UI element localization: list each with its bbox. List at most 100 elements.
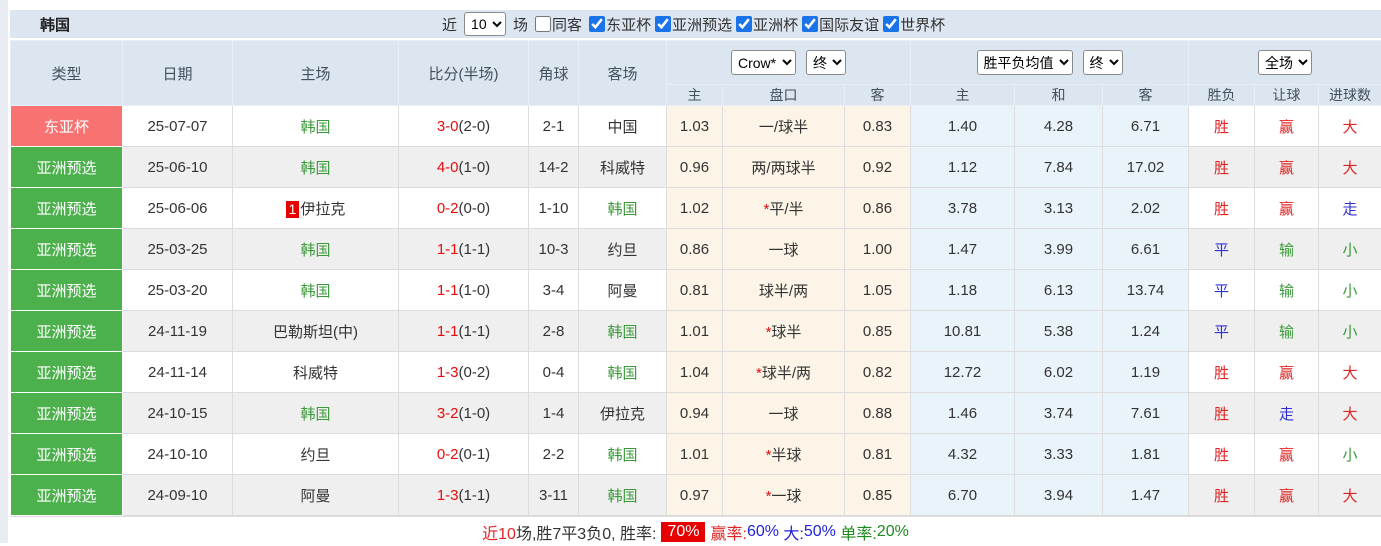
mean-away-cell: 6.61 bbox=[1103, 229, 1189, 270]
mean-state-select[interactable]: 终 bbox=[1083, 50, 1123, 75]
subcol-mean-away: 客 bbox=[1103, 85, 1189, 106]
competition-filter[interactable]: 东亚杯 bbox=[585, 14, 651, 35]
corners-cell: 2-2 bbox=[529, 434, 579, 475]
corners-cell: 3-4 bbox=[529, 270, 579, 311]
footer-summary: 近10场,胜7平3负0, 胜率:70%赢率:60% 大:50% 单率:20% bbox=[10, 516, 1381, 546]
match-date: 25-07-07 bbox=[123, 106, 233, 147]
competition-filter[interactable]: 国际友谊 bbox=[798, 14, 879, 35]
odds-away-cell: 1.05 bbox=[845, 270, 911, 311]
page-title: 韩国 bbox=[10, 14, 70, 35]
odds-away-cell: 0.82 bbox=[845, 352, 911, 393]
halftime-score: (0-2) bbox=[459, 364, 491, 381]
competition-label: 亚洲预选 bbox=[672, 14, 732, 35]
subcol-goals: 进球数 bbox=[1319, 85, 1381, 106]
handicap-line: 一球 bbox=[768, 242, 798, 259]
table-row: 亚洲预选 25-03-20 韩国 1-1(1-0) 3-4 阿曼 0.81 球半… bbox=[11, 270, 1381, 311]
mean-draw-cell: 6.02 bbox=[1015, 352, 1103, 393]
recent-count-select[interactable]: 10 bbox=[464, 12, 506, 36]
type-badge: 亚洲预选 bbox=[11, 311, 123, 352]
result-cell: 胜 bbox=[1189, 475, 1255, 516]
match-date: 24-11-19 bbox=[123, 311, 233, 352]
odds-away-cell: 0.86 bbox=[845, 188, 911, 229]
mean-home-cell: 10.81 bbox=[911, 311, 1015, 352]
away-team: 韩国 bbox=[607, 488, 637, 505]
handicap-result-cell: 赢 bbox=[1255, 475, 1319, 516]
halftime-score: (1-1) bbox=[459, 323, 491, 340]
result-cell: 胜 bbox=[1189, 393, 1255, 434]
same-away-checkbox[interactable] bbox=[535, 16, 551, 32]
handicap-line: 一球 bbox=[771, 488, 801, 505]
away-team-cell: 韩国 bbox=[579, 434, 667, 475]
mean-type-select[interactable]: 胜平负均值 bbox=[977, 50, 1073, 75]
halftime-score: (2-0) bbox=[459, 118, 491, 135]
mean-draw-cell: 3.74 bbox=[1015, 393, 1103, 434]
home-team: 科威特 bbox=[293, 365, 338, 382]
subcol-mean-home: 主 bbox=[911, 85, 1015, 106]
footer-part: 赢率: bbox=[710, 520, 746, 544]
handicap-line: 一球 bbox=[768, 406, 798, 423]
handicap-result-cell: 赢 bbox=[1255, 352, 1319, 393]
handicap-cell: 球半/两 bbox=[723, 270, 845, 311]
subcol-mean-draw: 和 bbox=[1015, 85, 1103, 106]
mean-home-cell: 1.18 bbox=[911, 270, 1015, 311]
same-away-filter[interactable]: 同客 bbox=[531, 14, 582, 35]
competition-filter[interactable]: 亚洲杯 bbox=[732, 14, 798, 35]
away-team-cell: 韩国 bbox=[579, 352, 667, 393]
away-team-cell: 伊拉克 bbox=[579, 393, 667, 434]
mean-away-cell: 17.02 bbox=[1103, 147, 1189, 188]
type-badge: 亚洲预选 bbox=[11, 270, 123, 311]
result-cell: 胜 bbox=[1189, 434, 1255, 475]
odds-home-cell: 1.02 bbox=[667, 188, 723, 229]
competition-checkbox[interactable] bbox=[655, 16, 671, 32]
match-date: 25-03-25 bbox=[123, 229, 233, 270]
result-cell: 平 bbox=[1189, 311, 1255, 352]
result-cell: 平 bbox=[1189, 229, 1255, 270]
odds-home-cell: 0.97 bbox=[667, 475, 723, 516]
mean-draw-cell: 3.94 bbox=[1015, 475, 1103, 516]
odds-away-cell: 0.88 bbox=[845, 393, 911, 434]
handicap-cell: 一球 bbox=[723, 229, 845, 270]
match-date: 24-11-14 bbox=[123, 352, 233, 393]
mean-draw-cell: 3.13 bbox=[1015, 188, 1103, 229]
handicap-line: 球半/两 bbox=[762, 365, 811, 382]
handicap-cell: *球半 bbox=[723, 311, 845, 352]
odds-home-cell: 0.81 bbox=[667, 270, 723, 311]
goals-result-cell: 大 bbox=[1319, 106, 1381, 147]
scope-group-header: 全场 bbox=[1189, 41, 1381, 85]
mean-home-cell: 1.40 bbox=[911, 106, 1015, 147]
odds-home-cell: 0.96 bbox=[667, 147, 723, 188]
home-team-cell: 1伊拉克 bbox=[233, 188, 399, 229]
home-team-cell: 韩国 bbox=[233, 229, 399, 270]
competition-filter[interactable]: 亚洲预选 bbox=[651, 14, 732, 35]
away-team-cell: 中国 bbox=[579, 106, 667, 147]
away-team-cell: 韩国 bbox=[579, 188, 667, 229]
home-team: 韩国 bbox=[300, 242, 330, 259]
fulltime-score: 3-2 bbox=[437, 405, 459, 422]
competition-checkbox[interactable] bbox=[736, 16, 752, 32]
matches-label: 场 bbox=[513, 14, 528, 35]
corners-cell: 14-2 bbox=[529, 147, 579, 188]
odds-home-cell: 1.03 bbox=[667, 106, 723, 147]
competition-checkbox[interactable] bbox=[589, 16, 605, 32]
match-history-table: 类型 日期 主场 比分(半场) 角球 客场 Crow*终 胜平负均值终 全场 主… bbox=[10, 40, 1381, 516]
odds-home-cell: 0.94 bbox=[667, 393, 723, 434]
footer-part: 70% bbox=[661, 522, 705, 542]
score-cell: 3-2(1-0) bbox=[399, 393, 529, 434]
odds-state-select[interactable]: 终 bbox=[806, 50, 846, 75]
home-team: 阿曼 bbox=[300, 488, 330, 505]
col-header-date: 日期 bbox=[123, 41, 233, 106]
scope-select[interactable]: 全场 bbox=[1258, 50, 1312, 75]
handicap-result-cell: 赢 bbox=[1255, 106, 1319, 147]
odds-company-select[interactable]: Crow* bbox=[731, 50, 796, 75]
competition-filter[interactable]: 世界杯 bbox=[879, 14, 945, 35]
competition-checkbox[interactable] bbox=[883, 16, 899, 32]
type-badge: 东亚杯 bbox=[11, 106, 123, 147]
halftime-score: (1-0) bbox=[459, 159, 491, 176]
table-header-row: 类型 日期 主场 比分(半场) 角球 客场 Crow*终 胜平负均值终 全场 bbox=[11, 41, 1381, 85]
mean-away-cell: 1.24 bbox=[1103, 311, 1189, 352]
result-cell: 胜 bbox=[1189, 188, 1255, 229]
table-row: 亚洲预选 25-06-06 1伊拉克 0-2(0-0) 1-10 韩国 1.02… bbox=[11, 188, 1381, 229]
competition-checkbox[interactable] bbox=[802, 16, 818, 32]
score-cell: 1-3(1-1) bbox=[399, 475, 529, 516]
halftime-score: (1-0) bbox=[459, 405, 491, 422]
